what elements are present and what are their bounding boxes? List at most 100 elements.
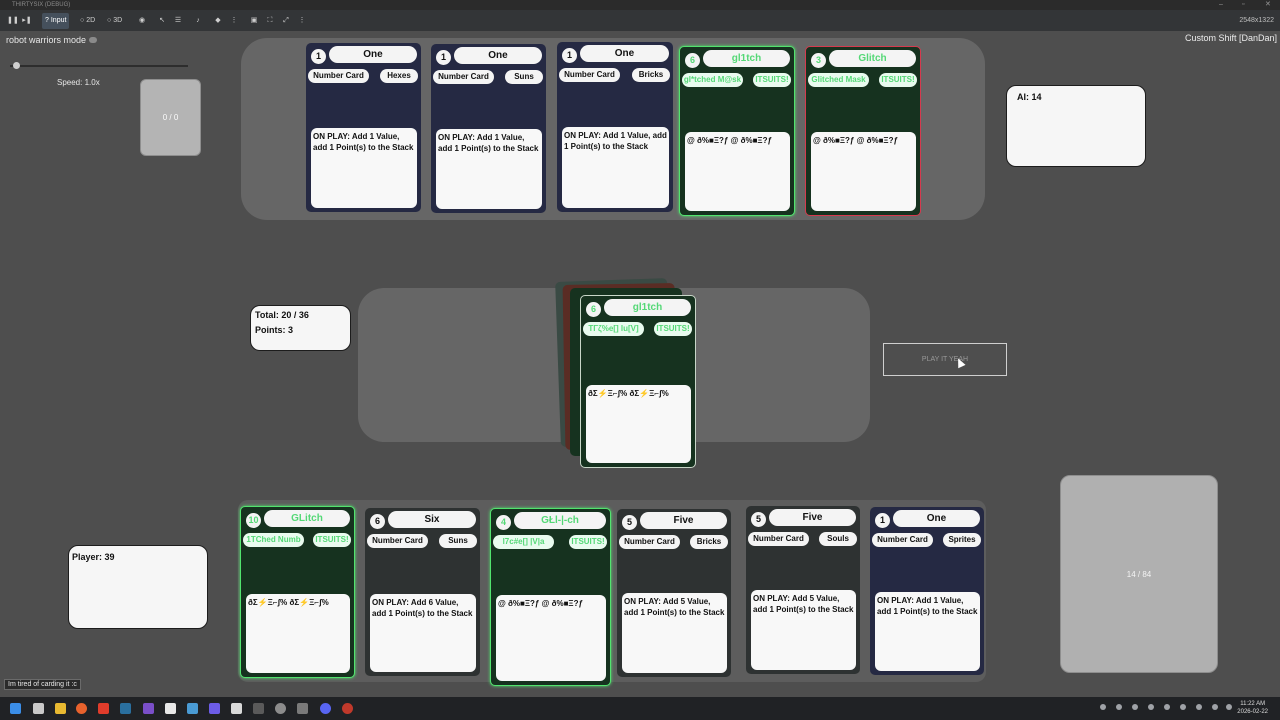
mode-3d-icon: ○ — [107, 17, 112, 24]
draw-deck[interactable]: 14 / 84 — [1060, 475, 1218, 673]
speed-slider[interactable] — [10, 65, 188, 67]
card-suit-tag: Suns — [439, 534, 477, 548]
clock-date: 2026-02-22 — [1237, 709, 1268, 715]
tray-app-icon[interactable] — [1148, 704, 1154, 710]
card-cost: 1 — [875, 513, 890, 528]
terminal-icon[interactable] — [253, 703, 264, 714]
notes-app-icon[interactable] — [165, 703, 176, 714]
steam-icon[interactable] — [120, 703, 131, 714]
mode-2d-icon: ○ — [80, 17, 85, 24]
start-menu-icon[interactable] — [10, 703, 21, 714]
input-tab[interactable]: ? Input — [42, 13, 70, 29]
hand-card[interactable]: 1 One Number Card Sprites ON PLAY: Add 1… — [870, 507, 984, 675]
card-name: Six — [388, 511, 476, 528]
card-name: GLitch — [264, 510, 350, 527]
card-cost: 3 — [811, 53, 826, 68]
card-cost: 1 — [436, 50, 451, 65]
play-it-button[interactable]: PLAY IT YEAH — [883, 343, 1007, 376]
tray-app-icon[interactable] — [1164, 704, 1170, 710]
card-description: ON PLAY: Add 5 Value, add 1 Point(s) to … — [622, 593, 727, 673]
app-icon[interactable] — [98, 703, 109, 714]
card-suit-tag: ITSUITS! — [753, 73, 791, 87]
tray-app-icon[interactable] — [1132, 704, 1138, 710]
hand-card[interactable]: 10 GLitch 1TChed Numb ITSUITS! ðΣ⚡Ξ⌐ʃ% ð… — [240, 506, 355, 678]
card-suit-tag: Bricks — [632, 68, 670, 82]
speed-label: Speed: 1.0x — [57, 78, 100, 87]
input-tab-label: Input — [50, 17, 67, 24]
card-description: @ ð%■Ξ?ƒ @ ð%■Ξ?ƒ — [496, 595, 606, 681]
mode-2d-tab[interactable]: ○ 2D — [80, 13, 95, 29]
card-type-tag: Number Card — [748, 532, 809, 546]
card-description: ðΣ⚡Ξ⌐ʃ% ðΣ⚡Ξ⌐ʃ% — [586, 385, 691, 463]
robot-mode-toggle[interactable] — [89, 37, 97, 43]
list-icon[interactable]: ☰ — [173, 13, 183, 29]
frame-icon[interactable]: ▣ — [249, 13, 259, 29]
ai-score-label: AI: 14 — [1017, 92, 1042, 102]
github-icon[interactable] — [275, 703, 286, 714]
bluetooth-icon[interactable] — [1180, 704, 1186, 710]
card-description: ON PLAY: Add 5 Value, add 1 Point(s) to … — [751, 590, 856, 670]
card-name: Five — [640, 512, 727, 529]
hand-card[interactable]: 5 Five Number Card Souls ON PLAY: Add 5 … — [746, 506, 860, 674]
camera-icon[interactable]: ◆ — [213, 13, 223, 29]
volume-icon[interactable] — [1212, 704, 1218, 710]
visibility-icon[interactable]: ◉ — [137, 13, 147, 29]
card-description: ON PLAY: Add 1 Value, add 1 Point(s) to … — [562, 127, 669, 208]
stack-total-panel: Total: 20 / 36 Points: 3 — [250, 305, 351, 351]
card-cost: 1 — [311, 49, 326, 64]
select-cursor-icon[interactable]: ↖ — [157, 13, 167, 29]
embed-icon[interactable]: ⛶ — [265, 13, 275, 29]
mode-2d-label: 2D — [86, 17, 96, 24]
card-cost: 6 — [685, 53, 700, 68]
microphone-icon[interactable] — [1196, 704, 1202, 710]
hand-card[interactable]: 6 Six Number Card Suns ON PLAY: Add 6 Va… — [365, 508, 480, 676]
minimize-icon[interactable]: – — [1219, 0, 1223, 10]
unity-icon[interactable] — [231, 703, 242, 714]
card-type-tag: gl*tched M@sk — [682, 73, 743, 87]
firefox-icon[interactable] — [76, 703, 87, 714]
tray-chevron-icon[interactable] — [1100, 704, 1106, 710]
clock-time: 11:22 AM — [1240, 701, 1266, 707]
close-icon[interactable]: ✕ — [1265, 0, 1271, 10]
discard-counter: 0 / 0 — [140, 79, 201, 156]
card-type-tag: TΓζ%e[] lu[V] — [583, 322, 644, 336]
tray-app-icon[interactable] — [1116, 704, 1122, 710]
resolution-label: 2548x1322 — [1239, 17, 1274, 24]
robot-mode-label: robot warriors mode — [6, 35, 87, 45]
audio-icon[interactable]: ♪ — [193, 13, 203, 29]
editor-app-icon[interactable] — [143, 703, 154, 714]
card-description: ðΣ⚡Ξ⌐ʃ% ðΣ⚡Ξ⌐ʃ% — [246, 594, 350, 673]
editor-toolbar — [0, 10, 1280, 31]
pause-icon[interactable]: ❚❚ — [7, 13, 19, 29]
card-cost: 1 — [562, 48, 577, 63]
hand-card[interactable]: 5 Five Number Card Bricks ON PLAY: Add 5… — [617, 509, 731, 677]
visual-studio-icon[interactable] — [209, 703, 220, 714]
overflow-menu-icon[interactable]: ⋮ — [297, 13, 307, 29]
ai-card: 3 Glitch Glitched Mask ITSUITS! @ ð%■Ξ?ƒ… — [805, 46, 921, 216]
card-type-tag: Number Card — [619, 535, 680, 549]
card-suit-tag: Sprites — [943, 533, 981, 547]
stack-top-card: 6 gl1tch TΓζ%e[] lu[V] ITSUITS! ðΣ⚡Ξ⌐ʃ% … — [580, 295, 696, 468]
card-suit-tag: ITSUITS! — [569, 535, 607, 549]
file-explorer-icon[interactable] — [55, 703, 66, 714]
more-options-icon[interactable]: ⋮ — [229, 13, 239, 29]
stack-points-label: Points: 3 — [255, 325, 294, 335]
speed-slider-handle[interactable] — [13, 62, 20, 69]
screenshot-icon[interactable] — [297, 703, 308, 714]
step-frame-icon[interactable]: ▸❚ — [22, 13, 32, 29]
godot-icon[interactable] — [187, 703, 198, 714]
mode-3d-tab[interactable]: ○ 3D — [107, 13, 122, 29]
discord-icon[interactable] — [320, 703, 331, 714]
window-title: THIRTYSIX (DEBUG) — [12, 2, 71, 8]
task-view-icon[interactable] — [33, 703, 44, 714]
system-clock[interactable]: 11:22 AM 2026-02-22 — [1237, 700, 1268, 716]
hand-card[interactable]: 4 GŁl-|-ch l7c#e[] |V|a ITSUITS! @ ð%■Ξ?… — [490, 508, 611, 686]
card-name: gl1tch — [604, 299, 691, 316]
fullscreen-icon[interactable]: ⤢ — [281, 13, 291, 29]
card-name: One — [580, 45, 669, 62]
network-icon[interactable] — [1226, 704, 1232, 710]
card-suit-tag: Suns — [505, 70, 543, 84]
card-suit-tag: ITSUITS! — [313, 533, 351, 547]
obs-icon[interactable] — [342, 703, 353, 714]
maximize-icon[interactable]: ▫ — [1242, 0, 1244, 10]
